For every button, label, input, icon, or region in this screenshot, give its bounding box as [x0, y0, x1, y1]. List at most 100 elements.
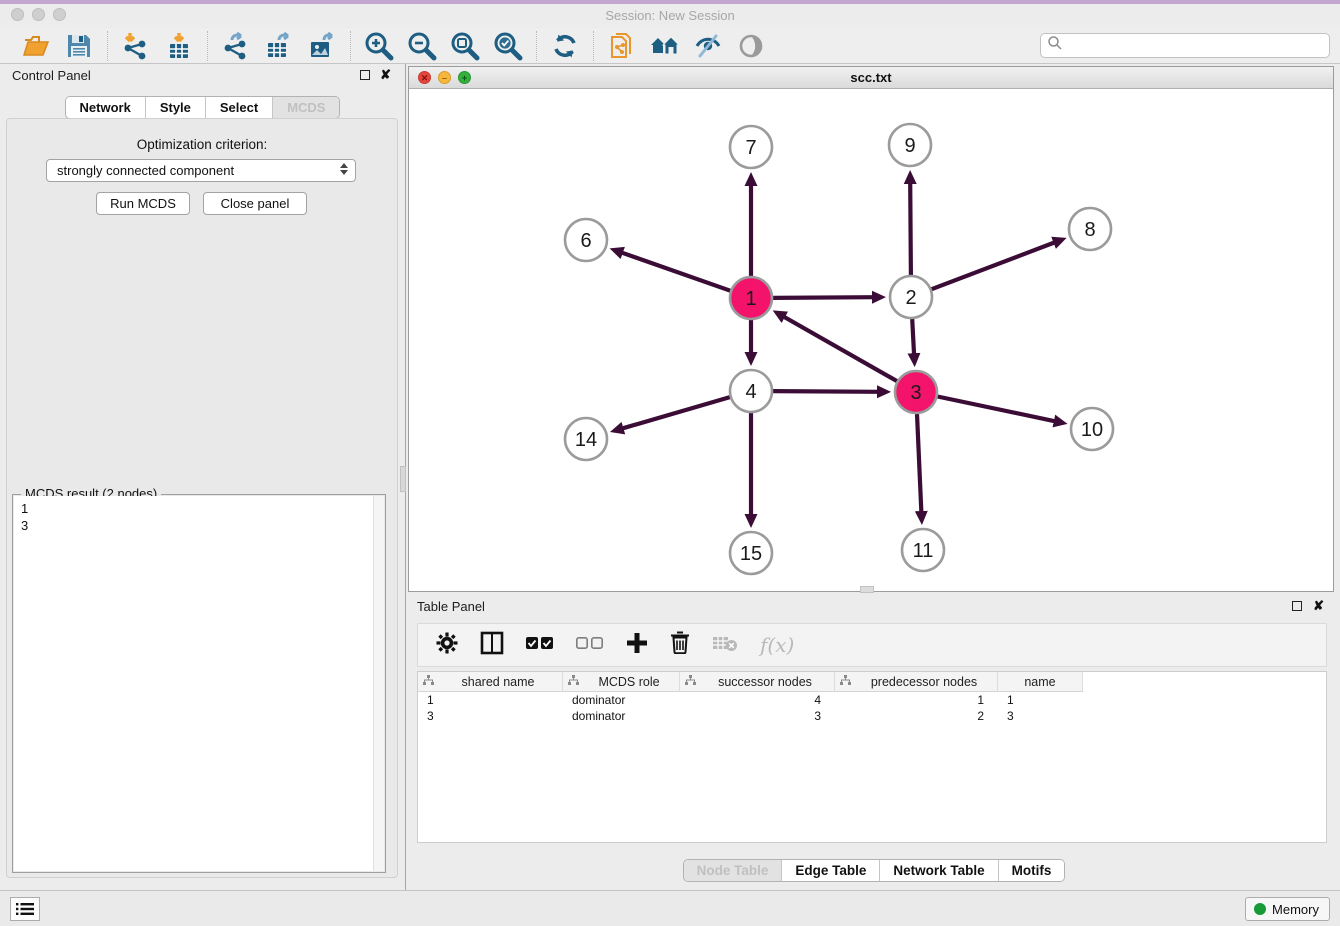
- network-graph-canvas[interactable]: 1 2 3 4 6 7 8 9 10 11 14 15: [409, 89, 1333, 591]
- svg-text:6: 6: [580, 230, 591, 252]
- graph-node-1[interactable]: 1: [730, 277, 772, 319]
- export-table-icon[interactable]: [264, 31, 294, 61]
- open-session-icon[interactable]: [21, 31, 51, 61]
- tab-edge-table[interactable]: Edge Table: [782, 860, 880, 881]
- table-cell: 3: [998, 708, 1083, 724]
- graph-node-8[interactable]: 8: [1069, 208, 1111, 250]
- graph-node-10[interactable]: 10: [1071, 408, 1113, 450]
- graph-edge-4-14[interactable]: [622, 397, 730, 429]
- function-builder-icon: f(x): [760, 633, 794, 657]
- table-cell: 1: [418, 692, 563, 708]
- graph-edge-2-3[interactable]: [912, 319, 914, 355]
- select-all-rows-icon[interactable]: [526, 636, 554, 655]
- search-input[interactable]: [1063, 36, 1329, 56]
- network-close-button[interactable]: ✕: [418, 71, 431, 84]
- graph-edge-2-8[interactable]: [932, 242, 1056, 289]
- graph-node-15[interactable]: 15: [730, 532, 772, 574]
- refresh-layout-icon[interactable]: [550, 31, 580, 61]
- svg-text:4: 4: [745, 381, 756, 403]
- add-column-icon[interactable]: [626, 632, 648, 659]
- deselect-all-rows-icon[interactable]: [576, 636, 604, 655]
- tab-motifs[interactable]: Motifs: [999, 860, 1065, 881]
- search-field[interactable]: [1040, 33, 1330, 58]
- graph-edge-3-10[interactable]: [938, 397, 1056, 422]
- graph-edge-1-6[interactable]: [621, 252, 730, 290]
- svg-text:9: 9: [904, 135, 915, 157]
- vertical-splitter-handle[interactable]: [400, 466, 406, 492]
- table-row[interactable]: 1dominator411: [418, 692, 1326, 708]
- graph-node-9[interactable]: 9: [889, 124, 931, 166]
- import-network-icon[interactable]: [121, 31, 151, 61]
- svg-text:10: 10: [1081, 419, 1103, 441]
- graph-edge-2-9[interactable]: [910, 182, 911, 275]
- tab-network-table[interactable]: Network Table: [880, 860, 998, 881]
- table-cell: 1: [998, 692, 1083, 708]
- mcds-result-textarea[interactable]: 13: [14, 496, 384, 871]
- show-eye-icon[interactable]: [736, 31, 766, 61]
- network-minimize-button[interactable]: –: [438, 71, 451, 84]
- network-maximize-button[interactable]: +: [458, 71, 471, 84]
- network-window-titlebar[interactable]: ✕ – + scc.txt: [409, 67, 1333, 89]
- graph-node-11[interactable]: 11: [902, 529, 944, 571]
- column-header-predecessor-nodes[interactable]: predecessor nodes: [835, 672, 998, 692]
- graph-node-3[interactable]: 3: [895, 371, 937, 413]
- zoom-selected-icon[interactable]: [493, 31, 523, 61]
- column-header-MCDS-role[interactable]: MCDS role: [563, 672, 680, 692]
- hide-selected-icon[interactable]: [693, 31, 723, 61]
- svg-text:8: 8: [1084, 219, 1095, 241]
- zoom-fit-icon[interactable]: [450, 31, 480, 61]
- graph-node-6[interactable]: 6: [565, 219, 607, 261]
- svg-text:14: 14: [575, 429, 597, 451]
- graph-edge-1-2[interactable]: [773, 297, 874, 298]
- column-header-successor-nodes[interactable]: successor nodes: [680, 672, 835, 692]
- table-cell: 3: [680, 708, 835, 724]
- tab-network[interactable]: Network: [66, 97, 146, 118]
- result-scrollbar[interactable]: [373, 496, 384, 871]
- task-history-button[interactable]: [10, 897, 40, 921]
- close-table-panel-icon[interactable]: ✘: [1313, 601, 1324, 611]
- zoom-out-icon[interactable]: [407, 31, 437, 61]
- graph-node-4[interactable]: 4: [730, 370, 772, 412]
- table-settings-gear-icon[interactable]: [436, 632, 458, 659]
- import-table-icon[interactable]: [164, 31, 194, 61]
- node-table[interactable]: shared nameMCDS rolesuccessor nodesprede…: [417, 671, 1327, 843]
- save-session-icon[interactable]: [64, 31, 94, 61]
- tab-node-table[interactable]: Node Table: [684, 860, 783, 881]
- table-row[interactable]: 3dominator323: [418, 708, 1326, 724]
- memory-button[interactable]: Memory: [1245, 897, 1330, 921]
- horizontal-splitter-handle[interactable]: [860, 586, 874, 593]
- close-panel-button[interactable]: Close panel: [203, 192, 307, 215]
- export-image-icon[interactable]: [307, 31, 337, 61]
- graph-edge-4-3[interactable]: [773, 391, 879, 392]
- svg-text:15: 15: [740, 543, 762, 565]
- svg-text:11: 11: [913, 540, 934, 562]
- column-header-name[interactable]: name: [998, 672, 1083, 692]
- graph-node-2[interactable]: 2: [890, 276, 932, 318]
- delete-column-trash-icon[interactable]: [670, 631, 690, 659]
- sort-hierarchy-icon: [423, 675, 434, 689]
- sort-hierarchy-icon: [840, 675, 851, 689]
- graph-edge-3-1[interactable]: [783, 316, 897, 381]
- tab-mcds[interactable]: MCDS: [273, 97, 339, 118]
- sort-hierarchy-icon: [568, 675, 579, 689]
- homes-icon[interactable]: [650, 31, 680, 61]
- zoom-in-icon[interactable]: [364, 31, 394, 61]
- graph-node-7[interactable]: 7: [730, 126, 772, 168]
- optimization-criterion-select[interactable]: strongly connected component: [46, 159, 356, 182]
- application-window: Session: New Session: [0, 0, 1340, 926]
- float-panel-icon[interactable]: [360, 70, 370, 80]
- graph-edge-3-11[interactable]: [917, 414, 921, 513]
- column-header-shared-name[interactable]: shared name: [418, 672, 563, 692]
- network-document-icon[interactable]: [607, 31, 637, 61]
- dropdown-value: strongly connected component: [57, 163, 234, 178]
- close-panel-icon[interactable]: ✘: [380, 70, 391, 80]
- show-column-panel-icon[interactable]: [480, 631, 504, 660]
- control-panel-tabs: NetworkStyleSelectMCDS: [65, 96, 341, 119]
- graph-node-14[interactable]: 14: [565, 418, 607, 460]
- run-mcds-button[interactable]: Run MCDS: [96, 192, 190, 215]
- tab-style[interactable]: Style: [146, 97, 206, 118]
- export-network-icon[interactable]: [221, 31, 251, 61]
- float-table-panel-icon[interactable]: [1292, 601, 1302, 611]
- control-panel-title: Control Panel: [12, 68, 91, 83]
- tab-select[interactable]: Select: [206, 97, 273, 118]
